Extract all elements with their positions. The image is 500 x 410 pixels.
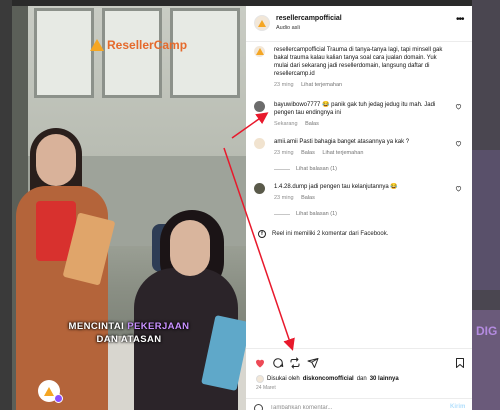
- comment-username[interactable]: bayuwibowo7777: [274, 102, 320, 108]
- replies-divider: [274, 213, 290, 215]
- video-scene-seated-person-face: [170, 220, 210, 276]
- likes-prefix: Disukai oleh: [267, 376, 300, 382]
- comment-time: Sekarang: [274, 121, 298, 127]
- avatar[interactable]: [254, 15, 270, 31]
- facebook-note-text: Reel ini memiliki 2 komentar dari Facebo…: [272, 231, 389, 237]
- likes-summary[interactable]: Disukai oleh diskoncomofficial dan 30 la…: [256, 375, 399, 383]
- share-icon[interactable]: [307, 357, 319, 369]
- heart-icon[interactable]: [455, 103, 462, 110]
- reply-button[interactable]: Balas: [301, 150, 315, 156]
- post-panel: resellercampofficial Audio asli ••• rese…: [246, 6, 472, 410]
- see-translation-link[interactable]: Lihat terjemahan: [322, 150, 363, 156]
- comment-item: bayuwibowo7777 😂 panik gak tuh jedag jed…: [254, 101, 468, 128]
- background-text: DIG: [476, 324, 498, 338]
- video-caption-line-2: DAN ATASAN: [96, 334, 162, 345]
- video-badge-icon: [54, 394, 63, 403]
- heart-icon[interactable]: [455, 185, 462, 192]
- view-replies-button[interactable]: Lihat balasan (1): [274, 210, 452, 218]
- brand-logo-icon: [255, 48, 264, 55]
- comment-time: 23 ming: [274, 195, 294, 201]
- video-scene-window: [34, 8, 94, 98]
- post-username[interactable]: resellercampofficial: [276, 15, 342, 22]
- facebook-comments-note: f Reel ini memiliki 2 komentar dari Face…: [258, 230, 388, 238]
- comment-username[interactable]: amii.amii: [274, 139, 298, 145]
- avatar[interactable]: [254, 46, 265, 57]
- comment-text: Pasti bahagia banget atasannya ya kak ?: [299, 139, 410, 145]
- video-scene-person-face: [36, 134, 76, 186]
- replies-divider: [274, 168, 290, 170]
- heart-icon[interactable]: [455, 140, 462, 147]
- video-scene-window: [102, 8, 162, 98]
- post-caption: resellercampofficial Trauma di tanya-tan…: [254, 46, 468, 89]
- comment-item: 1.4.28.dump jadi pengen tau kelanjutanny…: [254, 183, 468, 218]
- facebook-icon: f: [258, 230, 266, 238]
- video-scene-window: [170, 8, 240, 98]
- comment-text: jadi pengen tau kelanjutannya 😂: [309, 184, 398, 190]
- add-comment-bar: Kirim: [246, 398, 472, 410]
- brand-logo-icon: [90, 39, 104, 51]
- likes-others[interactable]: 30 lainnya: [370, 376, 399, 382]
- caption-username[interactable]: resellercampofficial: [274, 47, 325, 53]
- comment-time: 23 ming: [274, 150, 294, 156]
- brand-text: ResellerCamp: [107, 38, 188, 52]
- brand-logo-icon: [44, 386, 54, 396]
- repost-icon[interactable]: [289, 357, 301, 369]
- post-comment-button[interactable]: Kirim: [450, 404, 465, 410]
- more-icon[interactable]: •••: [456, 14, 464, 25]
- brand-logo-icon: [258, 19, 266, 27]
- post-date: 24 Maret: [256, 385, 276, 391]
- post-header: resellercampofficial Audio asli •••: [246, 6, 472, 42]
- view-replies-button[interactable]: Lihat balasan (1): [274, 165, 452, 173]
- video-caption-line-1: MENCINTAI PEKERJAAN: [12, 321, 246, 332]
- comment-item: amii.amii Pasti bahagia banget atasannya…: [254, 138, 468, 173]
- reel-video[interactable]: ResellerCamp MENCINTAI PEKERJAAN DAN ATA…: [12, 6, 246, 410]
- likes-user[interactable]: diskoncomofficial: [303, 376, 354, 382]
- view-replies-label: Lihat balasan (1): [296, 166, 337, 172]
- background-tile: [472, 150, 500, 290]
- video-caption-word: MENCINTAI: [68, 321, 125, 332]
- caption-time: 23 ming: [274, 82, 294, 88]
- reply-button[interactable]: Balas: [301, 195, 315, 201]
- emoji-icon[interactable]: [254, 404, 263, 410]
- audio-label[interactable]: Audio asli: [276, 25, 300, 31]
- avatar[interactable]: [254, 138, 265, 149]
- view-replies-label: Lihat balasan (1): [296, 211, 337, 217]
- comment-input[interactable]: [270, 402, 430, 410]
- avatar[interactable]: [254, 183, 265, 194]
- avatar[interactable]: [254, 101, 265, 112]
- background-tile: [0, 0, 12, 410]
- bookmark-icon[interactable]: [454, 357, 466, 369]
- avatar: [256, 375, 264, 383]
- comment-icon[interactable]: [272, 357, 284, 369]
- see-translation-link[interactable]: Lihat terjemahan: [301, 82, 342, 88]
- video-caption-highlight: PEKERJAAN: [127, 321, 190, 332]
- reply-button[interactable]: Balas: [305, 121, 319, 127]
- brand-watermark: ResellerCamp: [90, 38, 187, 52]
- comment-username[interactable]: 1.4.28.dump: [274, 184, 307, 190]
- heart-icon[interactable]: [254, 357, 266, 369]
- post-action-bar: [246, 348, 472, 374]
- likes-conj: dan: [356, 376, 367, 382]
